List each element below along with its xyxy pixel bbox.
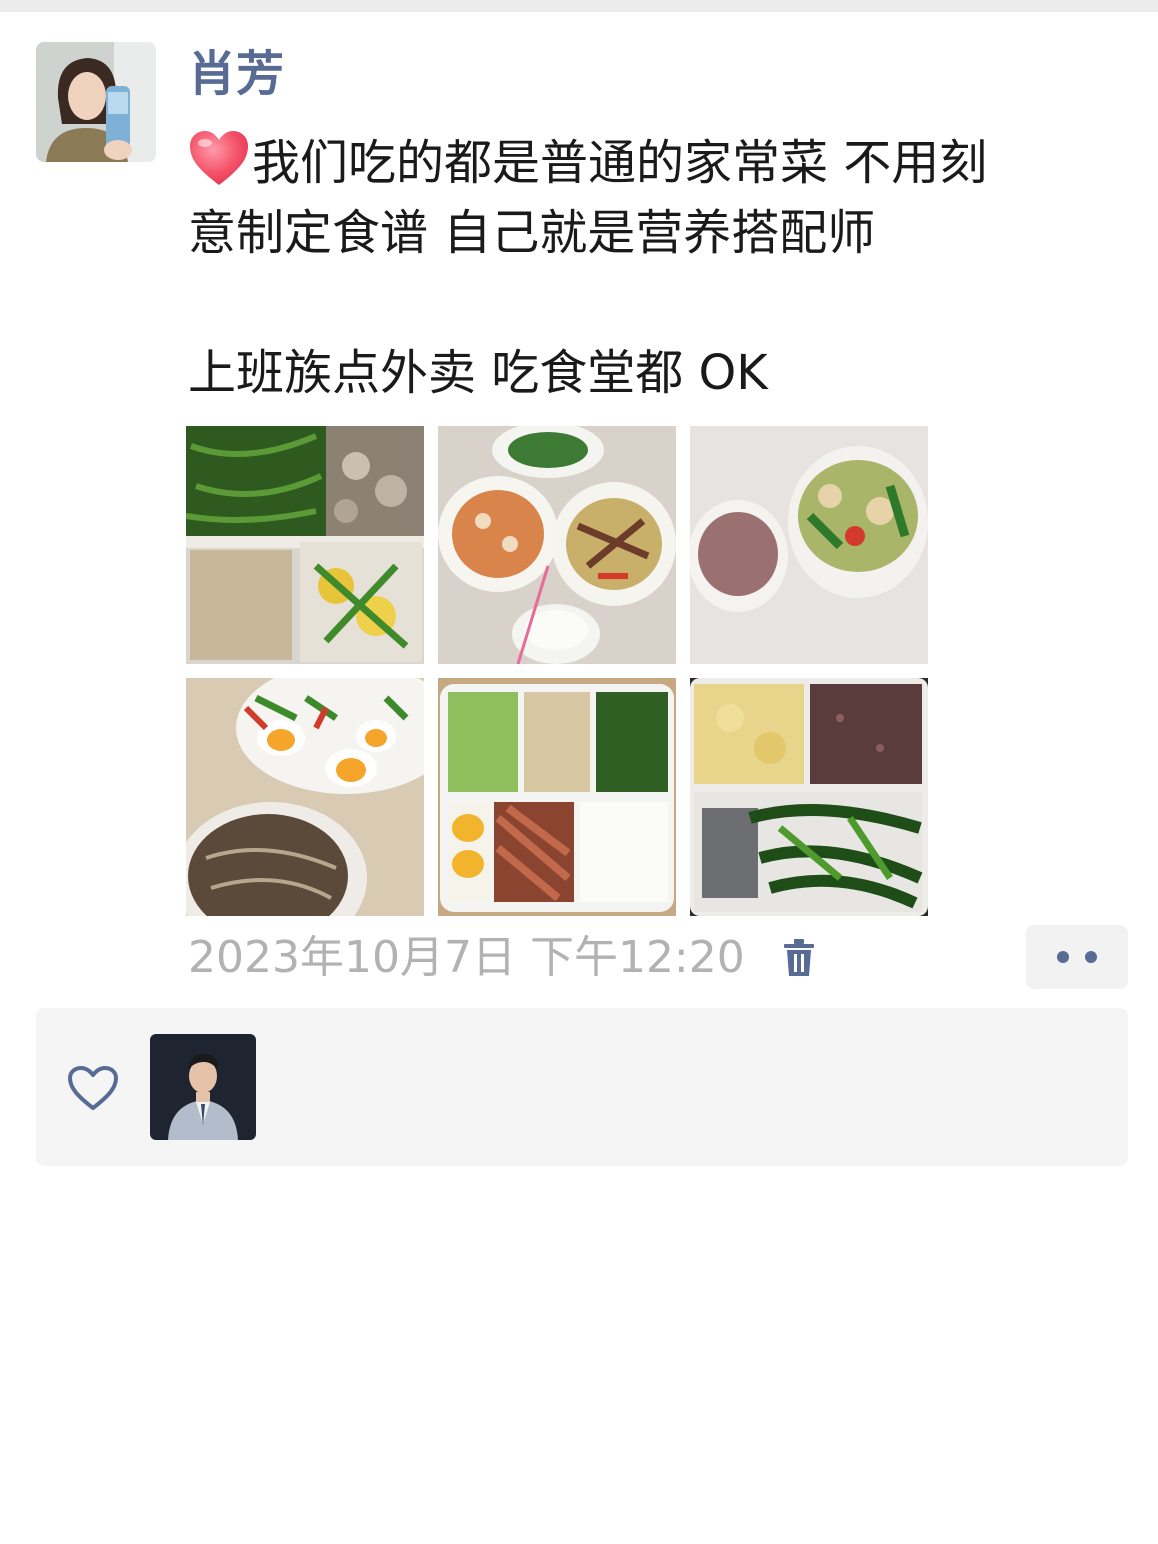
post-text: 我们吃的都是普通的家常菜 不用刻 意制定食谱 自己就是营养搭配师 上班族点外卖 … bbox=[188, 128, 1108, 408]
likes-panel bbox=[36, 1008, 1128, 1166]
photo-tofu-bamboo-dishes[interactable] bbox=[438, 426, 676, 664]
photo-rice-vegetable-bowls[interactable] bbox=[690, 426, 928, 664]
post-text-line-1: 我们吃的都是普通的家常菜 不用刻 bbox=[188, 128, 1108, 198]
photo-bento-bacon-rice[interactable] bbox=[438, 678, 676, 916]
photo-eggs-salad-noodles[interactable] bbox=[186, 678, 424, 916]
post-timestamp: 2023年10月7日 下午12:20 bbox=[188, 932, 745, 983]
photo-greens-mushrooms-eggs[interactable] bbox=[186, 426, 424, 664]
status-strip bbox=[0, 0, 1158, 12]
post-meta: 2023年10月7日 下午12:20 bbox=[188, 928, 817, 988]
trash-icon[interactable] bbox=[781, 936, 817, 980]
author-name[interactable]: 肖芳 bbox=[188, 44, 284, 104]
author-avatar[interactable] bbox=[36, 42, 156, 162]
post-text-line-2: 意制定食谱 自己就是营养搭配师 bbox=[188, 205, 876, 261]
post-text-blank-line bbox=[188, 268, 1108, 338]
post-text-line-4: 上班族点外卖 吃食堂都 OK bbox=[188, 345, 768, 401]
more-dots-icon[interactable] bbox=[1026, 925, 1128, 989]
photo-grid bbox=[186, 426, 928, 916]
liker-avatar[interactable] bbox=[150, 1034, 256, 1140]
photo-eggs-grains-greens[interactable] bbox=[690, 678, 928, 916]
heart-emoji bbox=[188, 129, 250, 187]
heart-outline-icon bbox=[66, 1064, 120, 1112]
